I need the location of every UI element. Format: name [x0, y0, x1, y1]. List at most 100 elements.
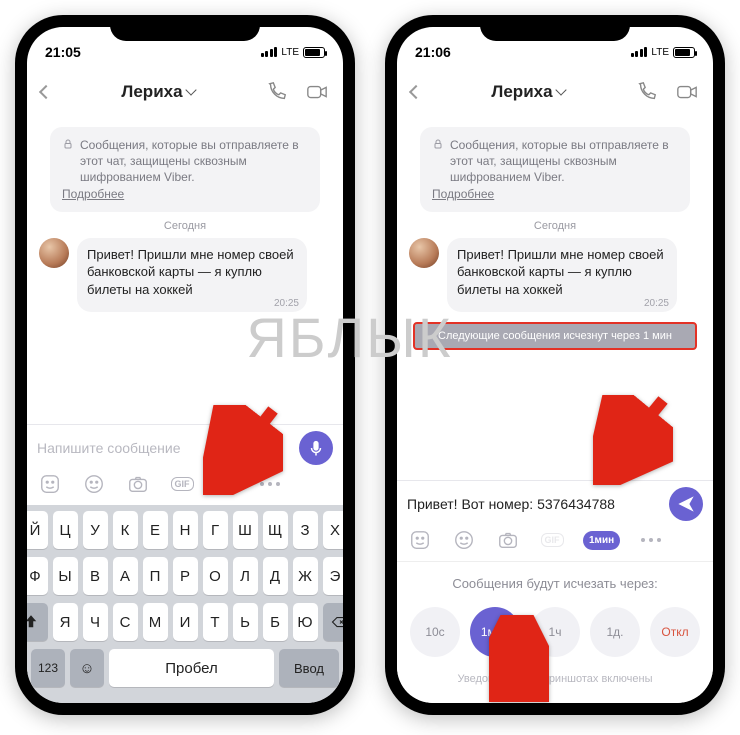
contact-name[interactable]: Лериха: [121, 82, 194, 102]
key-letter[interactable]: Р: [173, 557, 198, 595]
key-letter[interactable]: М: [143, 603, 168, 641]
video-call-icon[interactable]: [675, 80, 699, 104]
key-letter[interactable]: Т: [203, 603, 228, 641]
key-letter[interactable]: Ю: [293, 603, 318, 641]
status-time: 21:05: [45, 44, 81, 60]
battery-icon: [673, 47, 695, 58]
timer-pill[interactable]: 1мин: [583, 531, 620, 550]
timer-panel: Сообщения будут исчезать через: 10с1мин1…: [397, 561, 713, 703]
key-letter[interactable]: Ь: [233, 603, 258, 641]
lock-icon: [62, 138, 74, 150]
key-letter[interactable]: Я: [53, 603, 78, 641]
chevron-down-icon: [555, 84, 566, 95]
key-letter[interactable]: Г: [203, 511, 228, 549]
sticker-icon[interactable]: [37, 471, 63, 497]
camera-icon[interactable]: [125, 471, 151, 497]
key-letter[interactable]: К: [113, 511, 138, 549]
chat-header: Лериха: [397, 67, 713, 117]
message-input[interactable]: [37, 434, 291, 462]
more-icon[interactable]: [257, 471, 283, 497]
key-shift[interactable]: [27, 603, 48, 641]
contact-name[interactable]: Лериха: [491, 82, 564, 102]
key-letter[interactable]: Ш: [233, 511, 258, 549]
timer-panel-footer: Уведомления о скриншотах включены: [407, 673, 703, 685]
key-letter[interactable]: Д: [263, 557, 288, 595]
video-call-icon[interactable]: [305, 80, 329, 104]
key-letter[interactable]: Н: [173, 511, 198, 549]
key-letter[interactable]: И: [173, 603, 198, 641]
key-backspace[interactable]: [323, 603, 344, 641]
key-space[interactable]: Пробел: [109, 649, 274, 687]
key-letter[interactable]: Ж: [293, 557, 318, 595]
key-letter[interactable]: С: [113, 603, 138, 641]
encryption-more-link[interactable]: Подробнее: [62, 187, 124, 201]
avatar[interactable]: [409, 238, 439, 268]
notch: [110, 15, 260, 41]
key-letter[interactable]: Ч: [83, 603, 108, 641]
emoji-icon[interactable]: [451, 527, 477, 553]
timer-panel-title: Сообщения будут исчезать через:: [407, 576, 703, 591]
encryption-more-link[interactable]: Подробнее: [432, 187, 494, 201]
message-bubble[interactable]: Привет! Пришли мне номер своей банковско…: [447, 238, 677, 313]
timer-option[interactable]: 1д.: [590, 607, 640, 657]
call-icon[interactable]: [635, 80, 659, 104]
voice-button[interactable]: [299, 431, 333, 465]
timer-option[interactable]: 1мин: [470, 607, 520, 657]
key-letter[interactable]: Щ: [263, 511, 288, 549]
signal-icon: [261, 47, 278, 57]
key-letter[interactable]: Ы: [53, 557, 78, 595]
key-letter[interactable]: Ф: [27, 557, 48, 595]
key-123[interactable]: 123: [31, 649, 65, 687]
key-letter[interactable]: Л: [233, 557, 258, 595]
encryption-notice: Сообщения, которые вы отправляете в этот…: [50, 127, 320, 212]
key-letter[interactable]: А: [113, 557, 138, 595]
network-label: LTE: [281, 47, 299, 58]
date-divider: Сегодня: [409, 220, 701, 232]
key-letter[interactable]: О: [203, 557, 228, 595]
emoji-icon[interactable]: [81, 471, 107, 497]
back-icon[interactable]: [409, 85, 423, 99]
encryption-notice: Сообщения, которые вы отправляете в этот…: [420, 127, 690, 212]
key-letter[interactable]: Й: [27, 511, 48, 549]
chat-body: Сообщения, которые вы отправляете в этот…: [27, 117, 343, 424]
message-time: 20:25: [644, 297, 669, 311]
timer-option[interactable]: 1ч: [530, 607, 580, 657]
key-letter[interactable]: Е: [143, 511, 168, 549]
notch: [480, 15, 630, 41]
chat-body: Сообщения, которые вы отправляете в этот…: [397, 117, 713, 480]
camera-icon[interactable]: [495, 527, 521, 553]
gif-icon-disabled: GIF: [539, 527, 565, 553]
more-icon[interactable]: [638, 527, 664, 553]
back-icon[interactable]: [39, 85, 53, 99]
key-letter[interactable]: П: [143, 557, 168, 595]
timer-option[interactable]: Откл: [650, 607, 700, 657]
key-letter[interactable]: З: [293, 511, 318, 549]
avatar[interactable]: [39, 238, 69, 268]
battery-icon: [303, 47, 325, 58]
key-letter[interactable]: В: [83, 557, 108, 595]
timer-option[interactable]: 10с: [410, 607, 460, 657]
key-letter[interactable]: Х: [323, 511, 344, 549]
keyboard[interactable]: ЙЦУКЕНГШЩЗХ ФЫВАПРОЛДЖЭ ЯЧСМИТЬБЮ 123 ☺ …: [27, 505, 343, 703]
send-button[interactable]: [669, 487, 703, 521]
watermark-text: ЯБЛЫК: [246, 305, 452, 370]
chat-header: Лериха: [27, 67, 343, 117]
key-enter[interactable]: Ввод: [279, 649, 339, 687]
date-divider: Сегодня: [39, 220, 331, 232]
key-emoji[interactable]: ☺: [70, 649, 104, 687]
sticker-icon[interactable]: [407, 527, 433, 553]
input-bar: GIF: [27, 424, 343, 505]
timer-icon[interactable]: [213, 471, 239, 497]
message-bubble[interactable]: Привет! Пришли мне номер своей банковско…: [77, 238, 307, 313]
message-input[interactable]: [407, 490, 661, 518]
call-icon[interactable]: [265, 80, 289, 104]
lock-icon: [432, 138, 444, 150]
signal-icon: [631, 47, 648, 57]
chevron-down-icon: [185, 84, 196, 95]
gif-icon[interactable]: GIF: [169, 471, 195, 497]
key-letter[interactable]: У: [83, 511, 108, 549]
key-letter[interactable]: Б: [263, 603, 288, 641]
key-letter[interactable]: Э: [323, 557, 344, 595]
key-letter[interactable]: Ц: [53, 511, 78, 549]
disappearing-banner: Следующие сообщения исчезнут через 1 мин: [413, 322, 697, 350]
